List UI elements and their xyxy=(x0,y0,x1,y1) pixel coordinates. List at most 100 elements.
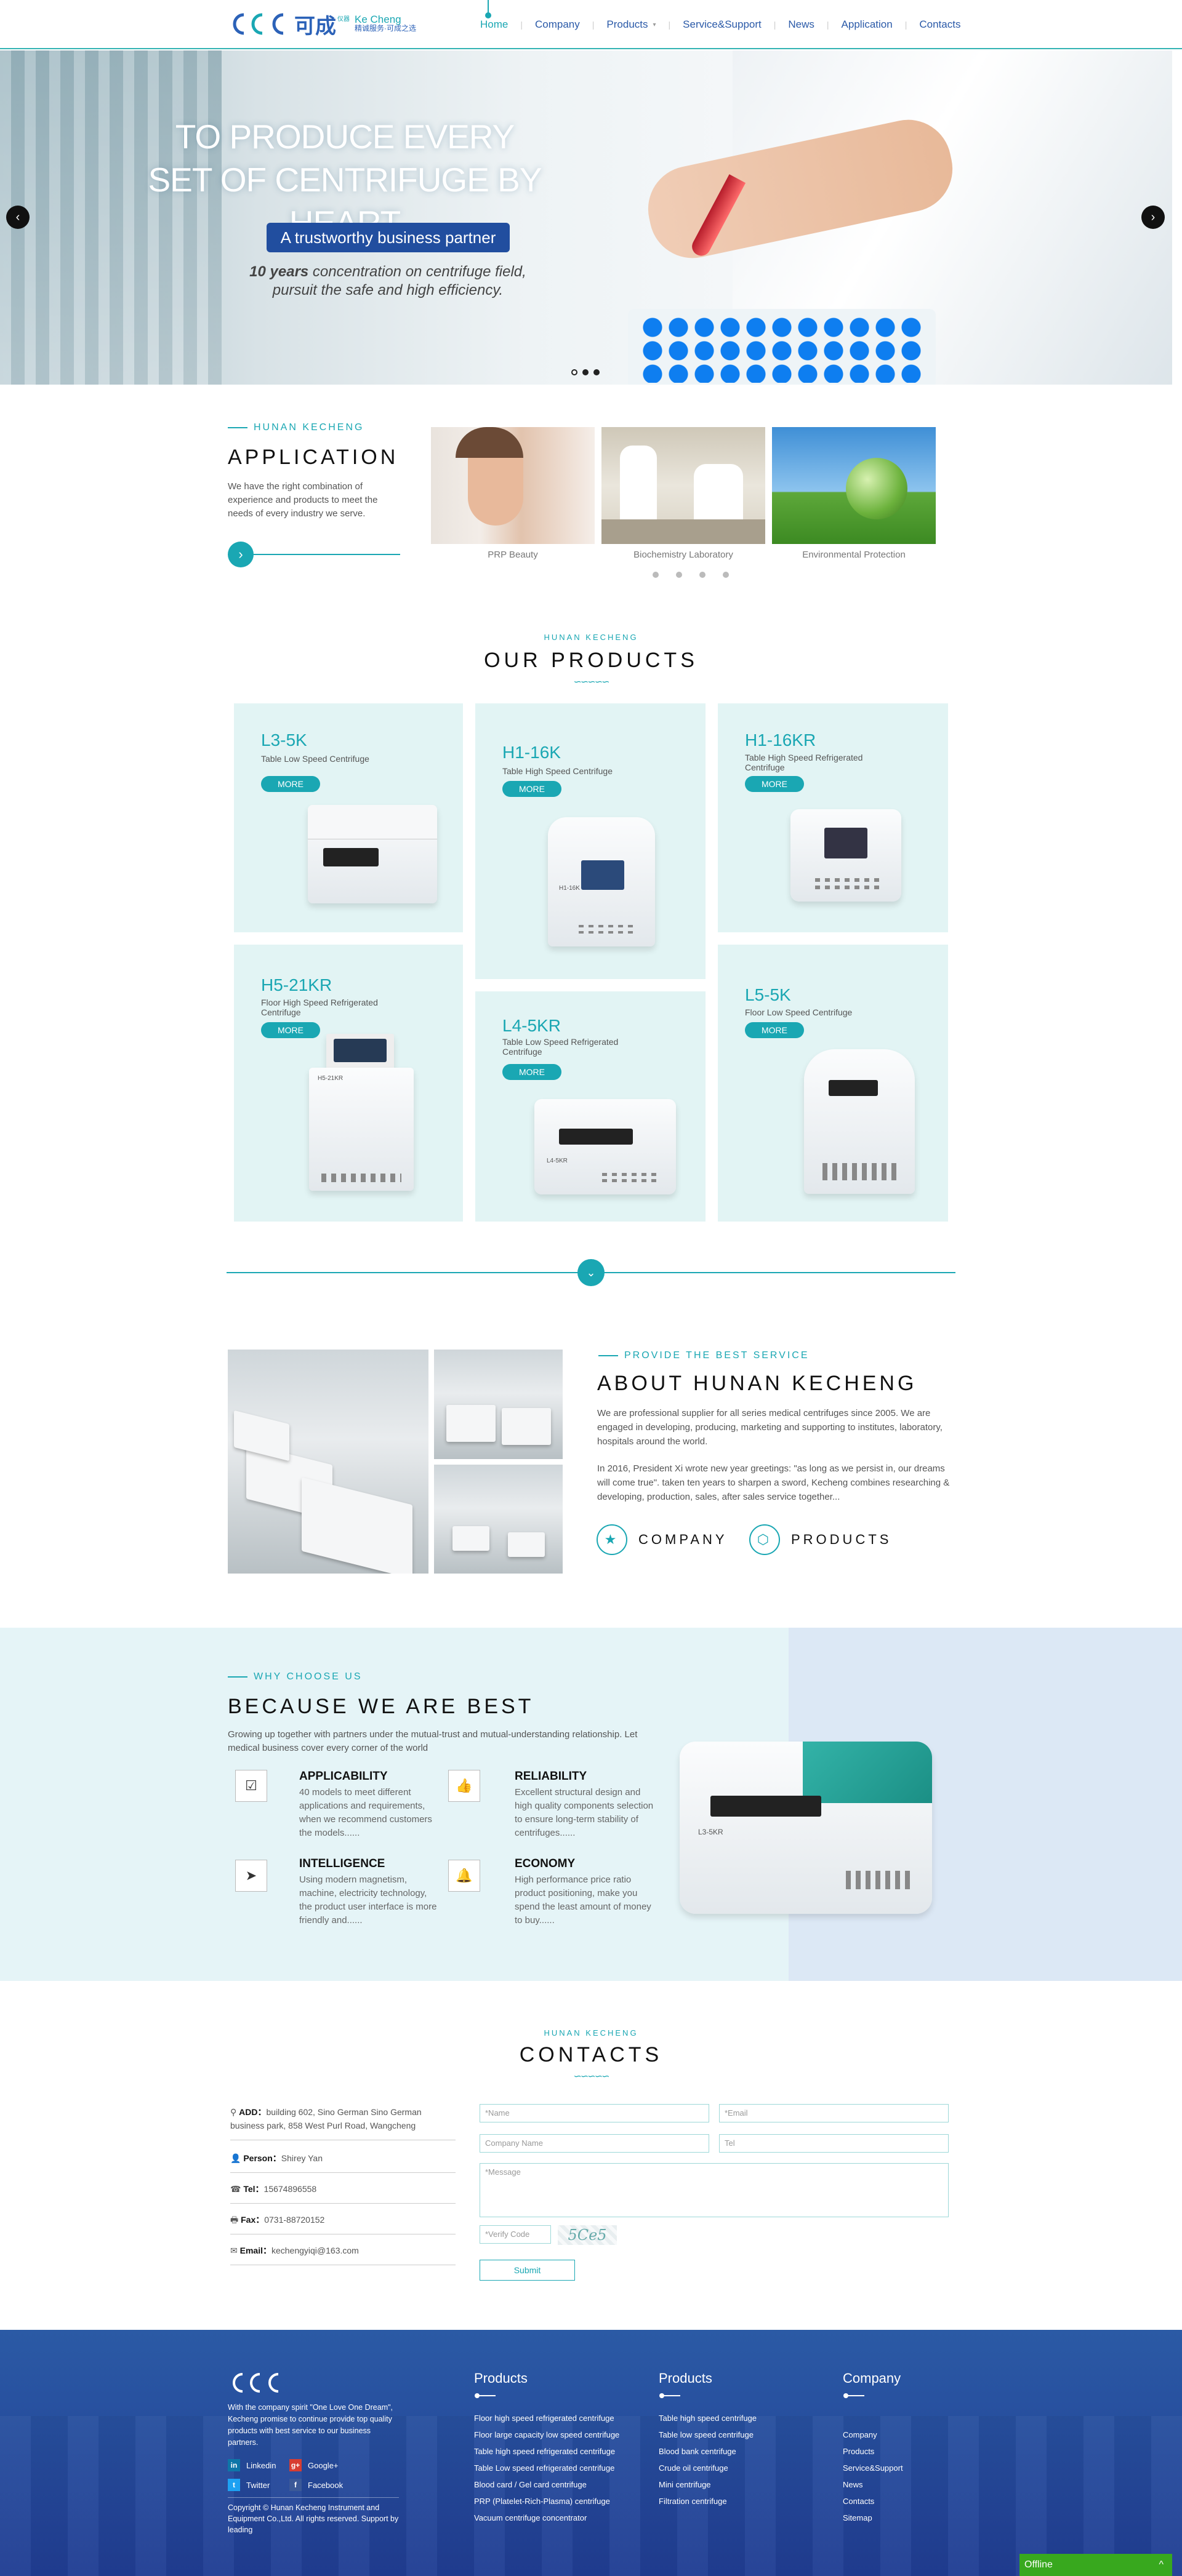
app-image-prp-beauty[interactable] xyxy=(431,427,595,544)
footer-link[interactable]: Products xyxy=(843,2443,903,2460)
email-field[interactable]: *Email xyxy=(719,2104,949,2122)
location-pin-icon: ⚲ xyxy=(230,2107,239,2117)
footer-about: With the company spirit "One Love One Dr… xyxy=(228,2403,393,2447)
hero-dot[interactable] xyxy=(582,369,589,375)
printer-icon: 🖶 xyxy=(230,2215,241,2225)
footer-link[interactable]: Crude oil centrifuge xyxy=(659,2460,757,2476)
product-image-h1-16k: H1-16K xyxy=(548,817,655,946)
chevron-down-icon[interactable]: ⌄ xyxy=(577,1259,605,1286)
footer-link[interactable]: News xyxy=(843,2476,903,2493)
footer-logo-icon[interactable] xyxy=(228,2370,283,2395)
footer-link[interactable]: Vacuum centrifuge concentrator xyxy=(474,2510,619,2526)
footer-link[interactable]: Table low speed centrifuge xyxy=(659,2426,757,2443)
product-more-button[interactable]: MORE xyxy=(745,776,804,792)
teal-lid xyxy=(803,1742,932,1803)
machine-label: H1-16K xyxy=(559,885,580,892)
twitter-label: Twitter xyxy=(246,2480,270,2490)
footer-link[interactable]: Service&Support xyxy=(843,2460,903,2476)
linkedin-link[interactable]: in Linkedin xyxy=(228,2459,276,2471)
product-name: H1-16K xyxy=(502,743,561,762)
footer-link[interactable]: Filtration centrifuge xyxy=(659,2493,757,2510)
product-card-l5-5k[interactable]: L5-5K Floor Low Speed Centrifuge MORE xyxy=(718,945,948,1222)
footer-link[interactable]: Floor high speed refrigerated centrifuge xyxy=(474,2410,619,2426)
hero-next-arrow-icon[interactable]: › xyxy=(1141,206,1165,229)
app-dot[interactable] xyxy=(699,572,706,578)
chat-offline-widget[interactable]: Offline ^ xyxy=(1019,2554,1172,2576)
product-more-button[interactable]: MORE xyxy=(261,1022,320,1038)
nav-service-support[interactable]: Service&Support xyxy=(670,18,774,31)
name-field[interactable]: *Name xyxy=(480,2104,709,2122)
site-footer: With the company spirit "One Love One Dr… xyxy=(0,2330,1182,2576)
hero-banner: TO PRODUCE EVERYSET OF CENTRIFUGE BY HEA… xyxy=(0,50,1172,385)
facebook-link[interactable]: f Facebook xyxy=(289,2479,343,2491)
nav-products[interactable]: Products ▾ xyxy=(594,18,668,31)
submit-button[interactable]: Submit xyxy=(480,2260,575,2281)
logo[interactable]: 可成 仪器 Ke Cheng 精诚服务·可成之选 xyxy=(227,10,416,39)
app-image-environmental-protection[interactable] xyxy=(772,427,936,544)
contact-email-value: kechengyiqi@163.com xyxy=(271,2246,359,2255)
contact-person-key: Person： xyxy=(243,2153,281,2163)
feature-text-economy: High performance price ratio product pos… xyxy=(515,1874,651,1926)
nav-company[interactable]: Company xyxy=(523,18,592,31)
footer-link[interactable]: Sitemap xyxy=(843,2510,903,2526)
about-products-button[interactable]: ⬡ PRODUCTS xyxy=(749,1524,891,1555)
logo-text: Ke Cheng 精诚服务·可成之选 xyxy=(355,14,416,33)
site-header: 可成 仪器 Ke Cheng 精诚服务·可成之选 Home | Company | … xyxy=(0,0,1182,49)
footer-link[interactable]: Blood card / Gel card centrifuge xyxy=(474,2476,619,2493)
product-image-l3-5k xyxy=(308,805,437,903)
control-panel xyxy=(581,860,624,890)
footer-link[interactable]: Mini centrifuge xyxy=(659,2476,757,2493)
footer-link[interactable]: Table high speed centrifuge xyxy=(659,2410,757,2426)
company-name-field[interactable]: Company Name xyxy=(480,2134,709,2153)
footer-link[interactable]: PRP (Platelet-Rich-Plasma) centrifuge xyxy=(474,2493,619,2510)
nav-contacts[interactable]: Contacts xyxy=(907,18,973,31)
footer-col2-line xyxy=(659,2393,680,2398)
footer-link[interactable]: Table Low speed refrigerated centrifuge xyxy=(474,2460,619,2476)
application-next-button[interactable]: › xyxy=(228,542,254,567)
contact-address: ⚲ ADD：building 602, Sino German Sino Ger… xyxy=(230,2105,456,2140)
hero-dot[interactable] xyxy=(593,369,600,375)
nav-news[interactable]: News xyxy=(776,18,827,31)
footer-link[interactable]: Blood bank centrifuge xyxy=(659,2443,757,2460)
vent xyxy=(579,931,634,934)
why-label: WHY CHOOSE US xyxy=(228,1671,363,1682)
verify-code-field[interactable]: *Verify Code xyxy=(480,2225,551,2244)
app-image-biochemistry-laboratory[interactable] xyxy=(601,427,765,544)
product-card-h1-16kr[interactable]: H1-16KR Table High Speed Refrigerated Ce… xyxy=(718,703,948,932)
twitter-link[interactable]: t Twitter xyxy=(228,2479,270,2491)
tel-field[interactable]: Tel xyxy=(719,2134,949,2153)
product-more-button[interactable]: MORE xyxy=(261,776,320,792)
nav-application[interactable]: Application xyxy=(829,18,905,31)
message-field[interactable]: *Message xyxy=(480,2163,949,2217)
about-company-button[interactable]: ★ COMPANY xyxy=(597,1524,728,1555)
product-card-l4-5kr[interactable]: L4-5KR Table Low Speed Refrigerated Cent… xyxy=(475,991,706,1222)
product-card-l3-5k[interactable]: L3-5K Table Low Speed Centrifuge MORE xyxy=(234,703,463,932)
product-more-button[interactable]: MORE xyxy=(745,1022,804,1038)
footer-link[interactable]: Company xyxy=(843,2426,903,2443)
contact-email-key: Email： xyxy=(239,2246,271,2255)
nav-home[interactable]: Home xyxy=(468,18,520,31)
footer-link[interactable]: Floor large capacity low speed centrifug… xyxy=(474,2426,619,2443)
hero-description: 10 years concentration on centrifuge fie… xyxy=(246,263,529,300)
application-pagination xyxy=(653,572,729,578)
footer-link[interactable]: Contacts xyxy=(843,2493,903,2510)
feature-text-applicability: 40 models to meet different applications… xyxy=(299,1787,432,1838)
hero-title-line1: TO PRODUCE EVERY xyxy=(175,118,515,156)
product-more-button[interactable]: MORE xyxy=(502,781,561,797)
google-plus-link[interactable]: g+ Google+ xyxy=(289,2459,339,2471)
app-dot[interactable] xyxy=(676,572,682,578)
why-product-image: L3-5KR xyxy=(680,1742,932,1914)
hair-shape xyxy=(456,427,523,458)
product-card-h5-21kr[interactable]: H5-21KR Floor High Speed Refrigerated Ce… xyxy=(234,945,463,1222)
footer-link[interactable]: Table high speed refrigerated centrifuge xyxy=(474,2443,619,2460)
green-globe-shape xyxy=(846,458,907,519)
vent xyxy=(846,1871,914,1889)
app-dot[interactable] xyxy=(653,572,659,578)
app-dot[interactable] xyxy=(723,572,729,578)
hero-prev-arrow-icon[interactable]: ‹ xyxy=(6,206,30,229)
thumbs-up-icon: 👍 xyxy=(448,1770,480,1802)
hero-dot[interactable] xyxy=(571,369,577,375)
product-more-button[interactable]: MORE xyxy=(502,1064,561,1080)
captcha-image[interactable]: 5Ce5 xyxy=(558,2225,617,2245)
product-card-h1-16k[interactable]: H1-16K Table High Speed Centrifuge MORE … xyxy=(475,703,706,979)
